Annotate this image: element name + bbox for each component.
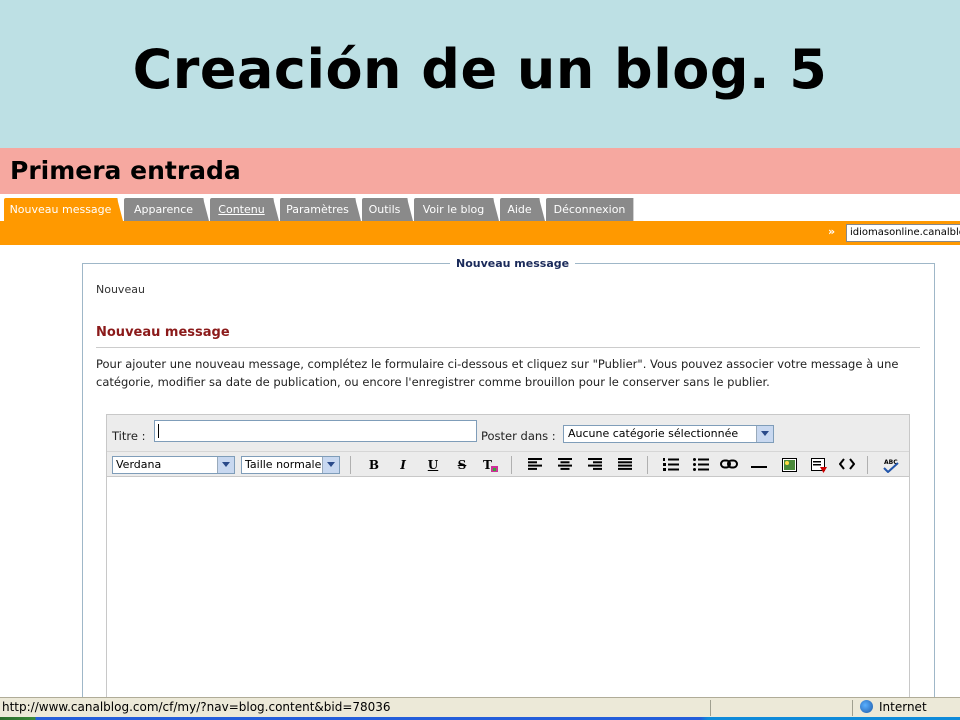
underline-button[interactable]: U [423, 455, 443, 475]
spellcheck-icon: ABC [883, 459, 899, 474]
tab-contenu[interactable]: Contenu [210, 198, 279, 221]
clear-format-button[interactable]: T [481, 455, 501, 475]
toolbar-separator [867, 456, 868, 474]
link-button[interactable] [719, 455, 739, 475]
text-caret [158, 424, 159, 438]
align-right-button[interactable] [585, 455, 605, 475]
chevron-down-icon[interactable] [322, 457, 339, 473]
globe-icon [860, 700, 873, 713]
insert-image-button[interactable] [779, 455, 799, 475]
justify-icon [618, 458, 632, 470]
spellcheck-button[interactable]: ABC [881, 455, 901, 475]
align-left-icon [528, 458, 542, 470]
tab-bar: Nouveau message Apparence Contenu Paramè… [0, 194, 960, 221]
bullet-list-icon [693, 458, 709, 471]
editor-area[interactable] [107, 477, 909, 713]
toolbar-separator [350, 456, 351, 474]
strikethrough-button[interactable]: S [452, 455, 472, 475]
editor-toolbar: Verdana Taille normale B I U S T ABC [107, 451, 909, 477]
font-size-select[interactable]: Taille normale [241, 456, 340, 474]
italic-button[interactable]: I [393, 455, 413, 475]
clear-format-icon: T [483, 458, 498, 472]
link-icon [720, 459, 738, 469]
bold-button[interactable]: B [364, 455, 384, 475]
message-form: Titre : Poster dans : Aucune catégorie s… [106, 414, 910, 714]
category-label: Poster dans : [481, 429, 556, 443]
tab-aide[interactable]: Aide [500, 198, 545, 221]
category-select[interactable]: Aucune catégorie sélectionnée [563, 425, 774, 443]
section-heading: Nouveau message [96, 325, 230, 340]
title-input[interactable] [154, 420, 477, 442]
toolbar-separator [647, 456, 648, 474]
form-header: Titre : Poster dans : Aucune catégorie s… [107, 415, 909, 451]
slide: Creación de un blog. 5 Primera entrada N… [0, 0, 960, 720]
font-family-select[interactable]: Verdana [112, 456, 235, 474]
insert-media-button[interactable] [809, 455, 829, 475]
blog-switch-bar: » idiomasonline.canalblog.com [0, 221, 960, 245]
horizontal-rule-icon [751, 466, 767, 468]
blog-select[interactable]: idiomasonline.canalblog.com [846, 224, 960, 242]
code-icon [838, 458, 856, 470]
image-icon [781, 458, 797, 472]
status-divider [710, 700, 711, 716]
align-center-button[interactable] [555, 455, 575, 475]
ordered-list-icon [663, 458, 679, 471]
tab-deconnexion[interactable]: Déconnexion [546, 198, 634, 221]
tab-nouveau-message[interactable]: Nouveau message [4, 198, 123, 221]
title-band: Creación de un blog. 5 [0, 0, 960, 148]
tab-parametres[interactable]: Paramètres [280, 198, 361, 221]
status-divider [852, 700, 853, 716]
title-label: Titre : [112, 429, 146, 443]
chevron-down-icon[interactable] [217, 457, 234, 473]
double-chevron-icon: » [828, 225, 836, 238]
tab-outils[interactable]: Outils [362, 198, 413, 221]
bullet-list-button[interactable] [691, 455, 711, 475]
horizontal-rule-button[interactable] [749, 455, 769, 475]
chevron-down-icon[interactable] [756, 426, 773, 442]
tab-apparence[interactable]: Apparence [124, 198, 209, 221]
security-zone: Internet [860, 700, 927, 714]
section-divider [96, 347, 920, 348]
slide-subtitle: Primera entrada [10, 156, 241, 185]
svg-text:T: T [483, 458, 492, 472]
panel-legend: Nouveau message [450, 257, 576, 270]
intro-text: Pour ajouter une nouveau message, complé… [96, 357, 899, 389]
toolbar-separator [511, 456, 512, 474]
justify-button[interactable] [615, 455, 635, 475]
align-right-icon [588, 458, 602, 470]
breadcrumb: Nouveau [96, 283, 145, 296]
ordered-list-button[interactable] [661, 455, 681, 475]
tab-voir-le-blog[interactable]: Voir le blog [414, 198, 499, 221]
font-family-value: Verdana [116, 458, 162, 471]
source-code-button[interactable] [837, 455, 857, 475]
media-icon [811, 458, 827, 473]
category-select-value: Aucune catégorie sélectionnée [568, 427, 739, 440]
align-center-icon [558, 458, 572, 470]
status-url: http://www.canalblog.com/cf/my/?nav=blog… [2, 700, 391, 714]
zone-label: Internet [879, 700, 927, 714]
subtitle-band: Primera entrada [0, 148, 960, 194]
align-left-button[interactable] [525, 455, 545, 475]
status-bar: http://www.canalblog.com/cf/my/?nav=blog… [0, 697, 960, 717]
slide-title: Creación de un blog. 5 [132, 38, 828, 101]
font-size-value: Taille normale [245, 458, 322, 471]
